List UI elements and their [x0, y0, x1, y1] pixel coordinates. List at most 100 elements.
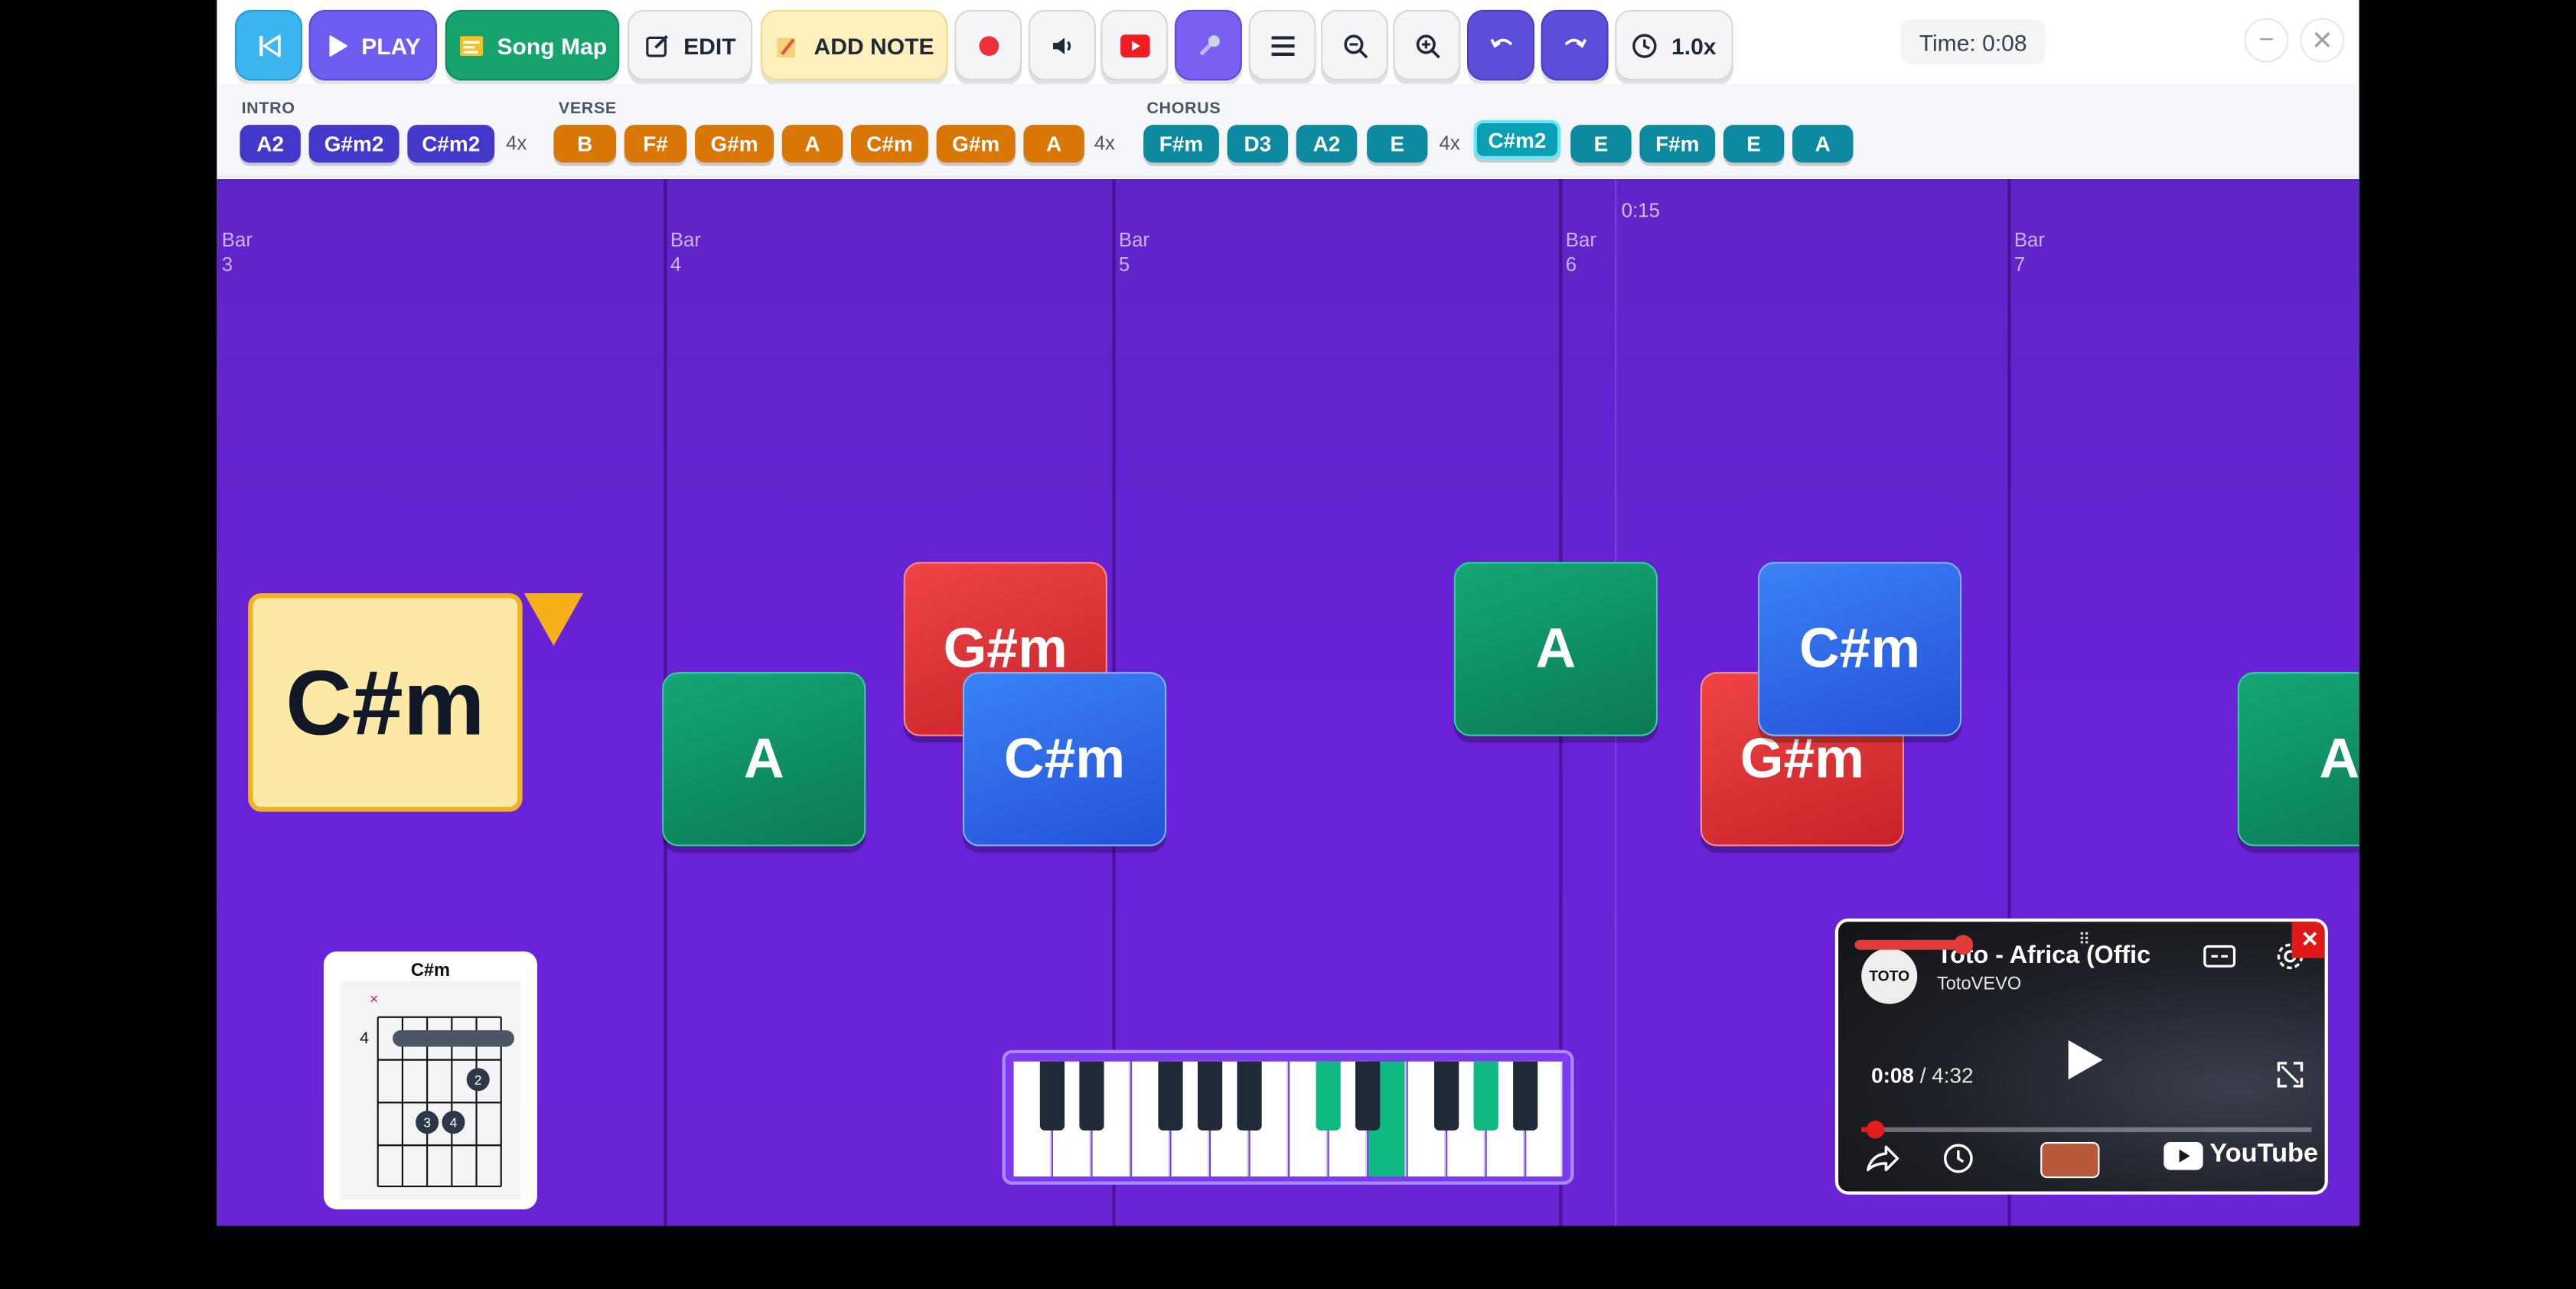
close-button[interactable]: ✕: [2300, 18, 2345, 63]
finger-number: 4: [450, 1115, 458, 1131]
piano-black-key[interactable]: [1513, 1061, 1538, 1131]
chord-block[interactable]: C#m: [1757, 562, 1962, 736]
menu-icon: [1270, 35, 1294, 55]
section-title-intro: INTRO: [241, 100, 295, 119]
record-icon: [977, 34, 999, 57]
chord-chip[interactable]: F#m: [1639, 125, 1716, 163]
piano-black-key[interactable]: [1237, 1061, 1262, 1131]
play-label: PLAY: [361, 31, 421, 59]
chord-chip[interactable]: A: [781, 125, 843, 163]
chord-chip[interactable]: A2: [1296, 125, 1358, 163]
chord-chip[interactable]: D3: [1227, 125, 1289, 163]
speed-label: 1.0x: [1671, 31, 1717, 59]
chord-chip[interactable]: A: [1023, 125, 1084, 163]
chord-chip[interactable]: E: [1367, 125, 1428, 163]
song-map-label: Song Map: [497, 31, 608, 59]
video-play-button[interactable]: [2059, 1033, 2111, 1086]
add-note-button[interactable]: ADD NOTE: [760, 9, 948, 81]
bar-label: Bar 4: [670, 228, 701, 276]
chord-chip[interactable]: E: [1723, 125, 1785, 163]
fullscreen-icon[interactable]: [2275, 1060, 2305, 1098]
skip-back-icon: [256, 32, 282, 58]
chord-chip[interactable]: A2: [240, 125, 301, 163]
bar-label: Bar 7: [2014, 228, 2045, 276]
skip-back-button[interactable]: [234, 9, 302, 81]
piano-black-key-active[interactable]: [1316, 1061, 1341, 1131]
captions-icon[interactable]: [2203, 945, 2236, 976]
zoom-out-button[interactable]: [1320, 9, 1388, 81]
watch-later-icon[interactable]: [1942, 1142, 1974, 1183]
undo-button[interactable]: [1467, 9, 1535, 81]
video-time: 0:08 / 4:32: [1871, 1062, 1974, 1088]
section-title-chorus: CHORUS: [1146, 100, 1221, 119]
song-map-icon: [458, 32, 484, 58]
piano-black-key[interactable]: [1158, 1061, 1183, 1131]
zoom-in-button[interactable]: [1393, 9, 1461, 81]
piano-black-key[interactable]: [1039, 1061, 1065, 1131]
chord-chip[interactable]: A: [1792, 125, 1854, 163]
time-display: Time: 0:08: [1900, 19, 2046, 64]
bar-label: Bar 5: [1118, 228, 1150, 276]
piano-keyboard[interactable]: [1002, 1049, 1574, 1185]
section-title-verse: VERSE: [558, 100, 617, 119]
menu-button[interactable]: [1248, 9, 1316, 81]
channel-avatar[interactable]: TOTO: [1861, 948, 1918, 1004]
youtube-logo[interactable]: YouTube: [2164, 1141, 2318, 1170]
chord-chip[interactable]: G#m2: [308, 125, 399, 163]
current-chord-card: C#m: [248, 592, 523, 812]
guitar-chord-chart: × 4 2 3 4: [340, 981, 521, 1200]
chord-timeline[interactable]: 0:15 Bar 3 Bar 4 Bar 5 Bar 6 Bar 7 C#m A G#m …: [217, 178, 2359, 1226]
youtube-icon: [1119, 34, 1149, 57]
microphone-icon: [1195, 32, 1221, 58]
youtube-mini-player[interactable]: TOTO Toto - Africa (Offic TotoVEVO ⠿ ✕ 0…: [1834, 919, 2328, 1195]
piano-black-key-active[interactable]: [1473, 1061, 1498, 1131]
youtube-button[interactable]: [1101, 9, 1169, 81]
video-progress-bar[interactable]: [1861, 1121, 2312, 1139]
volume-icon: [1049, 32, 1075, 58]
chord-block[interactable]: A: [1453, 562, 1658, 736]
piano-black-key[interactable]: [1079, 1061, 1104, 1131]
piano-black-key[interactable]: [1434, 1061, 1459, 1131]
volume-handle[interactable]: [1953, 935, 1974, 955]
zoom-in-icon: [1414, 32, 1440, 58]
piano-black-key[interactable]: [1355, 1061, 1381, 1131]
chord-chip[interactable]: F#m: [1143, 125, 1219, 163]
edit-label: EDIT: [683, 31, 736, 59]
chord-chip-active[interactable]: C#m2: [1473, 119, 1561, 160]
chord-block[interactable]: A: [662, 672, 866, 847]
microphone-button[interactable]: [1174, 9, 1242, 81]
note-icon: [774, 32, 801, 58]
finger-number: 2: [474, 1072, 482, 1088]
chord-chip[interactable]: B: [553, 125, 617, 163]
close-player-button[interactable]: ✕: [2291, 922, 2325, 958]
chord-block[interactable]: C#m: [962, 672, 1167, 847]
chord-chip[interactable]: G#m: [936, 125, 1016, 163]
song-map-button[interactable]: Song Map: [445, 9, 620, 81]
channel-name[interactable]: TotoVEVO: [1937, 974, 2021, 994]
speed-button[interactable]: 1.0x: [1615, 9, 1733, 81]
drag-handle-icon[interactable]: ⠿: [2079, 932, 2091, 950]
play-button[interactable]: PLAY: [308, 9, 438, 81]
record-button[interactable]: [954, 9, 1022, 81]
chord-chip[interactable]: C#m2: [407, 125, 495, 163]
chord-chip[interactable]: E: [1570, 125, 1632, 163]
minimize-button[interactable]: −: [2244, 18, 2289, 63]
time-marker: 0:15: [1621, 198, 1660, 222]
redo-button[interactable]: [1541, 9, 1609, 81]
zoom-out-icon: [1342, 32, 1368, 58]
chord-chip[interactable]: F#: [624, 125, 687, 163]
finger-number: 3: [423, 1115, 431, 1131]
volume-bar[interactable]: [1854, 939, 1967, 950]
chord-chip[interactable]: G#m: [695, 125, 774, 163]
repeat-count: 4x: [1439, 131, 1460, 155]
volume-button[interactable]: [1028, 9, 1096, 81]
video-thumbnail-icon[interactable]: [2040, 1141, 2100, 1179]
piano-black-key[interactable]: [1197, 1061, 1223, 1131]
playhead-marker[interactable]: [523, 592, 584, 646]
chord-chip[interactable]: C#m: [850, 125, 928, 163]
app-window: PLAY Song Map EDIT ADD NOTE 1.0x Time: 0…: [217, 0, 2359, 1226]
edit-button[interactable]: EDIT: [628, 9, 753, 81]
chord-block[interactable]: A: [2237, 672, 2359, 847]
share-icon[interactable]: [1865, 1144, 1901, 1181]
repeat-count: 4x: [506, 131, 527, 155]
